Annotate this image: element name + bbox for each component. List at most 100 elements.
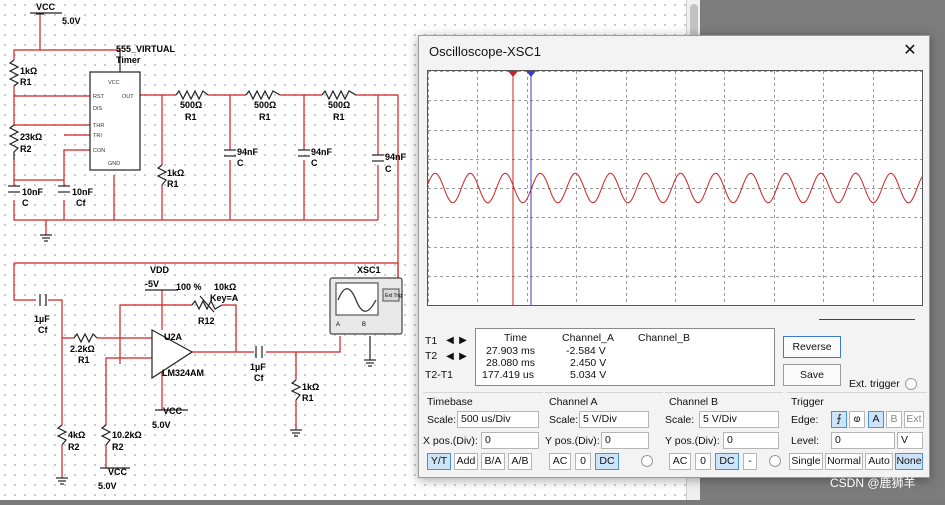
svg-text:LM324AM: LM324AM [162, 368, 204, 378]
scope-display [428, 71, 922, 305]
svg-text:GND: GND [108, 161, 120, 167]
svg-text:CON: CON [93, 148, 105, 154]
window-title: Oscilloscope-XSC1 [429, 44, 541, 59]
svg-text:10kΩ: 10kΩ [214, 282, 236, 292]
channel-b-ac-button[interactable]: AC [669, 453, 691, 470]
svg-text:R1: R1 [259, 112, 271, 122]
t1-channel-a: -2.584 V [566, 345, 606, 357]
svg-text:1kΩ: 1kΩ [302, 382, 319, 392]
timebase-scale-field[interactable]: 500 us/Div [457, 411, 539, 428]
svg-text:1kΩ: 1kΩ [167, 168, 184, 178]
t2-left-arrow-icon[interactable]: ◀ [444, 351, 456, 363]
scope-screen[interactable] [427, 70, 923, 306]
svg-text:Key=A: Key=A [210, 293, 239, 303]
channel-b-scale-label: Scale: [665, 414, 695, 426]
trigger-edge-label: Edge: [791, 414, 819, 426]
mode-yt-button[interactable]: Y/T [427, 453, 451, 470]
scrollbar-thumb[interactable] [690, 4, 698, 38]
svg-text:Ext Trig: Ext Trig [385, 293, 402, 299]
channel-b-terminal[interactable] [769, 455, 781, 467]
falling-edge-icon[interactable]: ⱷ [849, 411, 865, 428]
dt-channel-a: 5.034 V [570, 369, 607, 381]
ext-trigger-terminal[interactable] [905, 378, 917, 390]
trigger-single-button[interactable]: Single [789, 453, 823, 470]
trigger-source-a-button[interactable]: A [868, 411, 884, 428]
mode-add-button[interactable]: Add [454, 453, 478, 470]
svg-text:500Ω: 500Ω [328, 100, 350, 110]
close-icon[interactable]: ✕ [899, 40, 921, 62]
channel-b-title: Channel B [669, 396, 719, 408]
ext-trigger-label: Ext. trigger [849, 378, 900, 390]
svg-text:THR: THR [93, 123, 104, 129]
svg-text:TRI: TRI [93, 133, 102, 139]
channel-a-dc-button[interactable]: DC [595, 453, 619, 470]
t1-right-arrow-icon[interactable]: ▶ [457, 335, 469, 347]
svg-text:500Ω: 500Ω [254, 100, 276, 110]
mode-ba-button[interactable]: B/A [481, 453, 505, 470]
channel-b-ypos-field[interactable]: 0 [723, 432, 779, 449]
t1-left-arrow-icon[interactable]: ◀ [444, 335, 456, 347]
trigger-level-unit[interactable]: V [897, 432, 923, 449]
svg-text:94nF: 94nF [237, 147, 259, 157]
timebase-xpos-field[interactable]: 0 [481, 432, 539, 449]
trigger-level-field[interactable]: 0 [831, 432, 895, 449]
channel-b-zero-button[interactable]: 0 [695, 453, 711, 470]
svg-text:VCC: VCC [163, 406, 183, 416]
svg-text:VDD: VDD [150, 265, 170, 275]
svg-text:R2: R2 [68, 442, 80, 452]
trigger-source-ext-button[interactable]: Ext [904, 411, 924, 428]
trigger-normal-button[interactable]: Normal [825, 453, 863, 470]
trigger-group: Trigger Edge: ⨍ ⱷ A B Ext Level: 0 V Sin… [787, 392, 927, 472]
svg-text:R2: R2 [20, 144, 32, 154]
channel-a-scale-field[interactable]: 5 V/Div [579, 411, 649, 428]
divider [819, 319, 915, 320]
t2-label: T2 [425, 350, 438, 362]
channel-b-dc-button[interactable]: DC [715, 453, 739, 470]
trigger-auto-button[interactable]: Auto [865, 453, 893, 470]
channel-a-ac-button[interactable]: AC [549, 453, 571, 470]
t2-right-arrow-icon[interactable]: ▶ [457, 351, 469, 363]
channel-a-terminal[interactable] [641, 455, 653, 467]
channel-a-ypos-label: Y pos.(Div): [545, 435, 600, 447]
svg-text:94nF: 94nF [311, 147, 333, 157]
timebase-xpos-label: X pos.(Div): [423, 435, 478, 447]
channel-a-ypos-field[interactable]: 0 [601, 432, 649, 449]
channel-b-minus-button[interactable]: - [743, 453, 757, 470]
svg-text:500Ω: 500Ω [180, 100, 202, 110]
channel-a-zero-button[interactable]: 0 [575, 453, 591, 470]
svg-text:1µF: 1µF [34, 314, 50, 324]
cursor-t1-marker[interactable] [508, 71, 518, 77]
svg-text:A: A [336, 322, 340, 328]
mode-ab-button[interactable]: A/B [508, 453, 532, 470]
svg-text:VCC: VCC [36, 2, 56, 12]
rising-edge-icon[interactable]: ⨍ [831, 411, 847, 428]
trigger-level-label: Level: [791, 435, 820, 447]
svg-text:100 %: 100 % [176, 282, 202, 292]
svg-text:2.2kΩ: 2.2kΩ [70, 344, 95, 354]
svg-text:VCC: VCC [108, 467, 128, 477]
t2-channel-a: 2.450 V [570, 357, 607, 369]
channel-a-scale-label: Scale: [549, 414, 579, 426]
channel-b-ypos-label: Y pos.(Div): [665, 435, 720, 447]
oscilloscope-window[interactable]: Oscilloscope-XSC1 ✕ T1 T2 T2-T1 ◀ ▶ ◀ ▶ … [418, 35, 930, 478]
trigger-source-b-button[interactable]: B [886, 411, 902, 428]
svg-text:XSC1: XSC1 [357, 265, 381, 275]
timebase-group: Timebase Scale: 500 us/Div X pos.(Div): … [423, 392, 543, 472]
save-button[interactable]: Save [783, 364, 841, 386]
svg-text:555_VIRTUAL: 555_VIRTUAL [116, 44, 176, 54]
svg-text:Cf: Cf [254, 373, 264, 383]
reverse-button[interactable]: Reverse [783, 336, 841, 358]
svg-text:10nF: 10nF [72, 187, 94, 197]
svg-text:5.0V: 5.0V [62, 16, 81, 26]
svg-text:Timer: Timer [116, 55, 141, 65]
svg-text:R1: R1 [20, 77, 32, 87]
scope-grid [428, 71, 922, 305]
channel-b-scale-field[interactable]: 5 V/Div [699, 411, 779, 428]
svg-text:R1: R1 [78, 355, 90, 365]
dt-time: 177.419 us [482, 369, 534, 381]
trigger-title: Trigger [791, 396, 824, 408]
t1-label: T1 [425, 335, 438, 347]
svg-text:C: C [385, 164, 392, 174]
trigger-none-button[interactable]: None [895, 453, 923, 470]
svg-text:C: C [237, 158, 244, 168]
